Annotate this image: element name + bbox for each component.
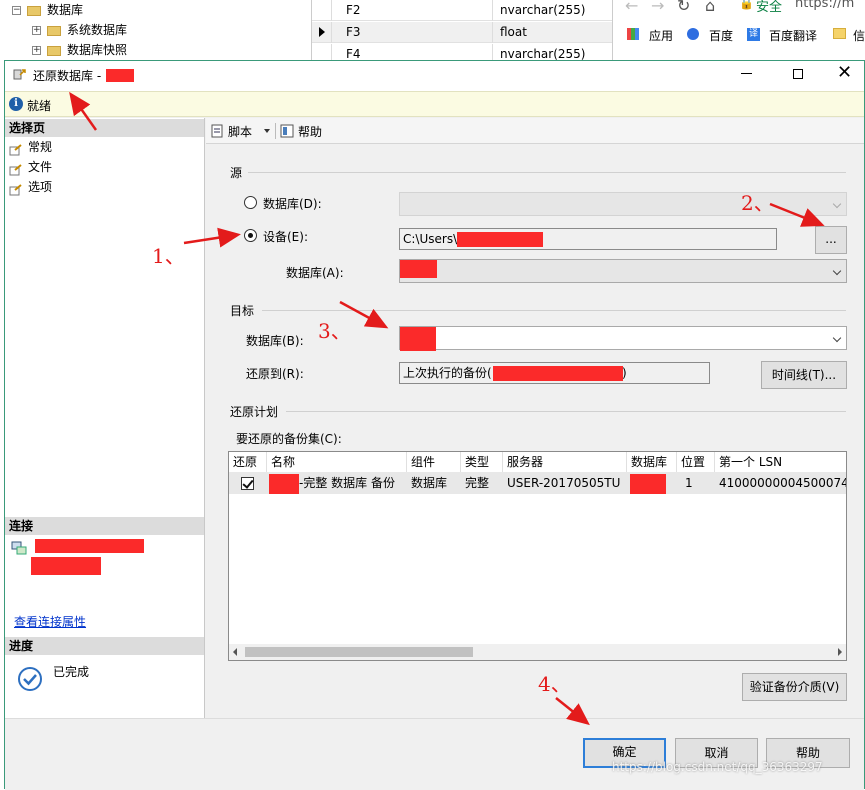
watermark: https://blog.csdn.net/qq_36363297	[612, 760, 823, 774]
arrow-to-ok	[555, 697, 590, 726]
annotation-arrows	[69, 91, 825, 726]
arrow-to-title	[69, 91, 98, 131]
arrow-to-dest-db	[339, 300, 389, 329]
arrow-to-browse	[769, 202, 825, 227]
arrow-to-device-radio	[183, 227, 241, 248]
